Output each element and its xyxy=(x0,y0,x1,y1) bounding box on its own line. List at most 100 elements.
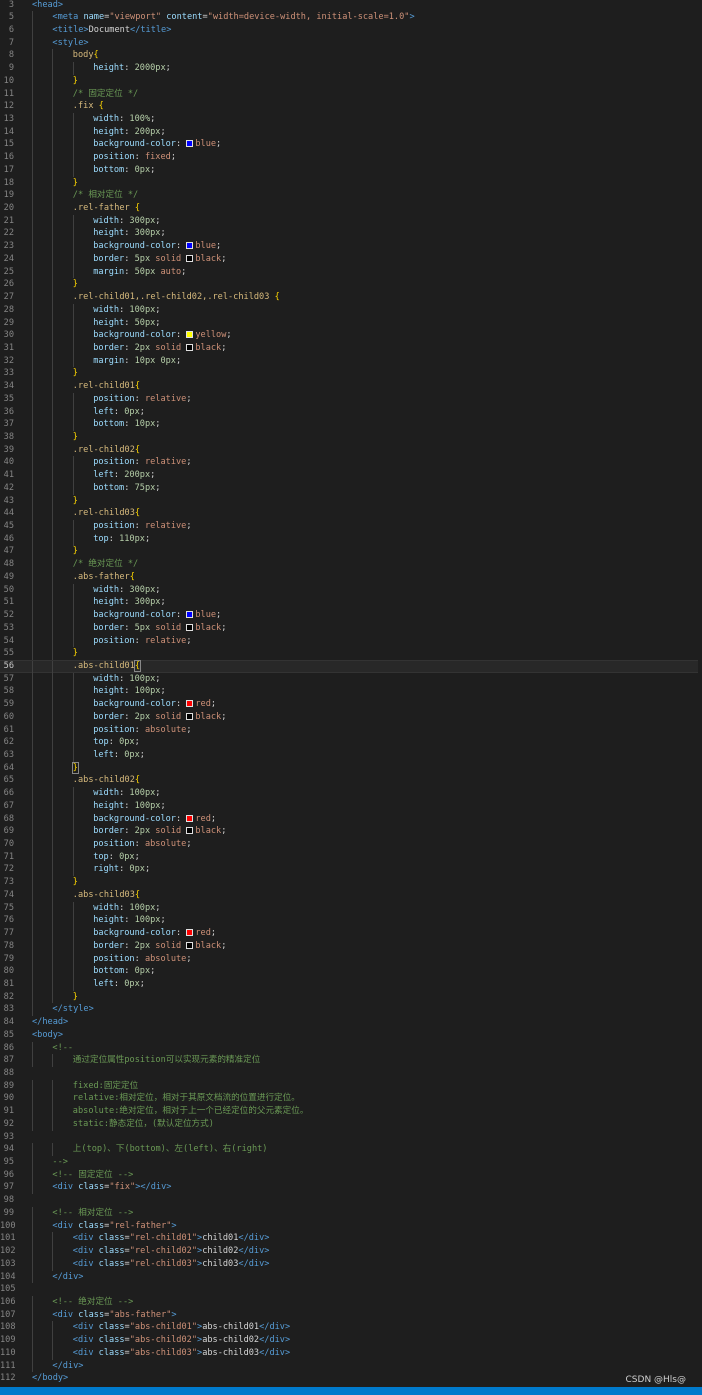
color-swatch[interactable] xyxy=(186,343,194,351)
color-swatch[interactable] xyxy=(186,331,194,339)
code-line[interactable]: 15 background-color: blue; xyxy=(0,138,702,152)
code-line[interactable]: 31 border: 2px solid black; xyxy=(0,341,702,355)
code-line[interactable]: 80 bottom: 0px; xyxy=(0,965,702,979)
code-line[interactable]: 85 <body> xyxy=(0,1029,702,1042)
code-line[interactable]: 60 border: 2px solid black; xyxy=(0,710,702,724)
code-line[interactable]: 109 <div class="abs-child02">abs-child02<… xyxy=(0,1334,702,1347)
code-line[interactable]: 76 height: 100px; xyxy=(0,914,702,928)
code-line[interactable]: 68 background-color: red; xyxy=(0,812,702,826)
code-line[interactable]: 14 height: 200px; xyxy=(0,125,702,139)
code-line[interactable]: 108 <div class="abs-child01">abs-child01<… xyxy=(0,1321,702,1335)
code-line[interactable]: 46 top: 110px; xyxy=(0,532,702,546)
code-line[interactable]: 75 width: 100px; xyxy=(0,901,702,915)
code-line[interactable]: 110 <div class="abs-child03">abs-child03<… xyxy=(0,1346,702,1360)
vertical-scrollbar[interactable] xyxy=(698,0,702,1387)
code-line[interactable]: 58 height: 100px; xyxy=(0,685,702,699)
code-line[interactable]: 12 .fix { xyxy=(0,100,702,114)
code-line[interactable]: 51 height: 300px; xyxy=(0,596,702,610)
code-line[interactable]: 67 height: 100px; xyxy=(0,799,702,813)
code-line[interactable]: 10} xyxy=(0,74,702,88)
code-line[interactable]: 13 width: 100%; xyxy=(0,112,702,126)
code-line[interactable]: 22 height: 300px; xyxy=(0,227,702,241)
code-line[interactable]: 97 <div class="fix"></div> xyxy=(0,1181,702,1195)
color-swatch[interactable] xyxy=(186,242,194,250)
code-line[interactable]: 36 left: 0px; xyxy=(0,405,702,419)
code-line[interactable]: 16 position: fixed; xyxy=(0,151,702,164)
code-line[interactable]: 111 </div> xyxy=(0,1359,702,1373)
code-line[interactable]: 25 margin: 50px auto; xyxy=(0,265,702,279)
code-line[interactable]: 86 <!-- xyxy=(0,1041,702,1055)
code-line[interactable]: 90 relative:相对定位，相对于其原文档流的位置进行定位。 xyxy=(0,1092,702,1106)
code-line[interactable]: 78 border: 2px solid black; xyxy=(0,939,702,953)
code-line[interactable]: 57 width: 100px; xyxy=(0,672,702,686)
color-swatch[interactable] xyxy=(186,929,194,937)
code-line[interactable]: 100 <div class="rel-father"> xyxy=(0,1219,702,1233)
color-swatch[interactable] xyxy=(186,254,194,262)
code-line[interactable]: 106 <!-- 绝对定位 --> xyxy=(0,1295,702,1309)
code-line[interactable]: 11 /* 固定定位 */ xyxy=(0,87,702,101)
code-line[interactable]: 107 <div class="abs-father"> xyxy=(0,1308,702,1322)
code-line[interactable]: 59 background-color: red; xyxy=(0,698,702,711)
code-line[interactable]: 27 .rel-child01,.rel-child02,.rel-child03… xyxy=(0,291,702,304)
code-line[interactable]: 81 left: 0px; xyxy=(0,977,702,991)
code-line[interactable]: 103 <div class="rel-child03">child03</div… xyxy=(0,1257,702,1271)
code-line[interactable]: 66 width: 100px; xyxy=(0,787,702,800)
code-line[interactable]: 99 <!-- 相对定位 --> xyxy=(0,1206,702,1220)
code-line[interactable]: 62 top: 0px; xyxy=(0,736,702,750)
code-line[interactable]: 48 /* 绝对定位 */ xyxy=(0,558,702,571)
code-line[interactable]: 42 bottom: 75px; xyxy=(0,481,702,495)
code-line[interactable]: 55} xyxy=(0,647,702,661)
code-line[interactable]: 5 <meta name="viewport" content="width=de… xyxy=(0,11,702,25)
code-line[interactable]: 65 .abs-child02{ xyxy=(0,774,702,788)
color-swatch[interactable] xyxy=(186,623,194,631)
code-line[interactable]: 24 border: 5px solid black; xyxy=(0,252,702,266)
code-line[interactable]: 93 xyxy=(0,1131,702,1144)
color-swatch[interactable] xyxy=(186,712,194,720)
code-line[interactable]: 41 left: 200px; xyxy=(0,469,702,482)
code-line[interactable]: 54 position: relative; xyxy=(0,634,702,648)
code-line[interactable]: 20 .rel-father { xyxy=(0,202,702,215)
code-line[interactable]: 88 xyxy=(0,1067,702,1080)
color-swatch[interactable] xyxy=(186,611,194,619)
code-line[interactable]: 95 --> xyxy=(0,1156,702,1169)
code-line[interactable]: 28 width: 100px; xyxy=(0,303,702,317)
code-line[interactable]: 92 static:静态定位，(默认定位方式) xyxy=(0,1117,702,1131)
code-line[interactable]: 73} xyxy=(0,876,702,889)
code-line[interactable]: 17 bottom: 0px; xyxy=(0,163,702,177)
color-swatch[interactable] xyxy=(186,941,194,949)
code-line[interactable]: 79 position: absolute; xyxy=(0,952,702,966)
code-line[interactable]: 6 <title>Document</title> xyxy=(0,23,702,37)
code-line[interactable]: 44 .rel-child03{ xyxy=(0,507,702,521)
code-line[interactable]: 39 .rel-child02{ xyxy=(0,443,702,457)
code-line[interactable]: 40 position: relative; xyxy=(0,456,702,470)
code-line[interactable]: 47} xyxy=(0,545,702,559)
code-line[interactable]: 30 background-color: yellow; xyxy=(0,329,702,343)
code-line[interactable]: 33} xyxy=(0,367,702,381)
code-line[interactable]: 8 body{ xyxy=(0,49,702,63)
code-line[interactable]: 7 <style> xyxy=(0,36,702,50)
code-line[interactable]: 83 </style> xyxy=(0,1003,702,1017)
color-swatch[interactable] xyxy=(186,140,194,148)
code-line[interactable]: 74 .abs-child03{ xyxy=(0,888,702,902)
code-line[interactable]: 71 top: 0px; xyxy=(0,850,702,864)
code-line[interactable]: 32 margin: 10px 0px; xyxy=(0,354,702,368)
code-line[interactable]: 53 border: 5px solid black; xyxy=(0,621,702,635)
code-line[interactable]: 70 position: absolute; xyxy=(0,838,702,851)
code-line[interactable]: 96 <!-- 固定定位 --> xyxy=(0,1168,702,1182)
code-line[interactable]: 19 /* 相对定位 */ xyxy=(0,189,702,203)
code-line[interactable]: 35 position: relative; xyxy=(0,392,702,406)
code-line[interactable]: 45 position: relative; xyxy=(0,520,702,533)
color-swatch[interactable] xyxy=(186,814,194,822)
code-line[interactable]: 23 background-color: blue; xyxy=(0,240,702,253)
code-line[interactable]: 98 xyxy=(0,1194,702,1207)
code-editor[interactable]: 3 <head> 5 <meta name="viewport" content="w… xyxy=(0,0,702,1387)
code-line[interactable]: 87 通过定位属性position可以实现元素的精准定位 xyxy=(0,1054,702,1068)
code-line[interactable]: 82} xyxy=(0,990,702,1004)
code-line[interactable]: 29 height: 50px; xyxy=(0,316,702,330)
code-line[interactable]: 91 absolute:绝对定位，相对于上一个已经定位的父元素定位。 xyxy=(0,1105,702,1118)
color-swatch[interactable] xyxy=(186,827,194,835)
code-line[interactable]: 34 .rel-child01{ xyxy=(0,380,702,393)
code-line[interactable]: 43} xyxy=(0,494,702,508)
code-line[interactable]: 61 position: absolute; xyxy=(0,723,702,737)
code-line[interactable]: 94 上(top)、下(bottom)、左(left)、右(right) xyxy=(0,1143,702,1157)
